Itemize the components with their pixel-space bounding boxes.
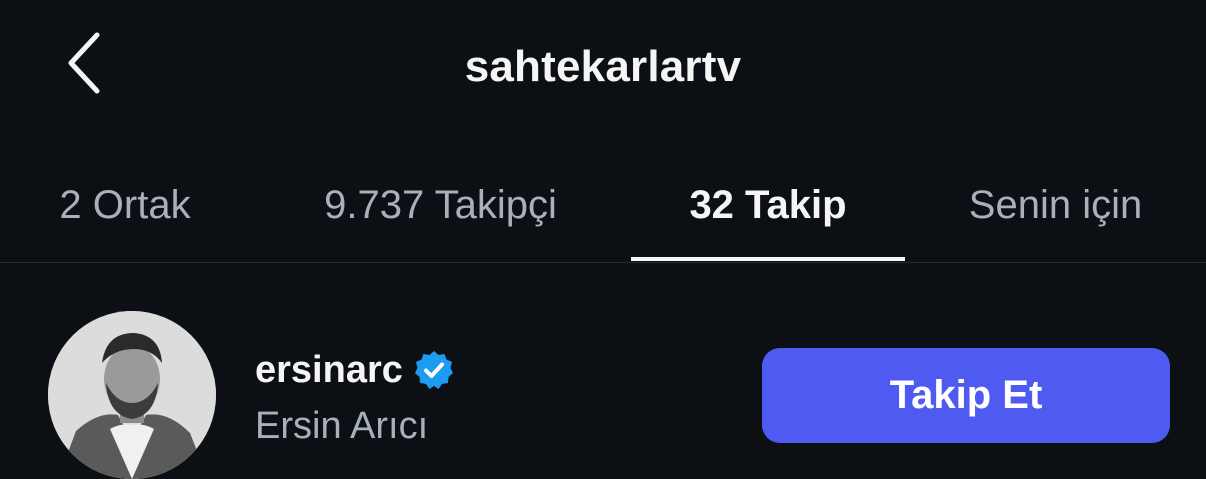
top-bar: sahtekarlartv <box>0 0 1206 140</box>
list-item[interactable]: ersinarc Ersin Arıcı Takip Et <box>0 305 1206 479</box>
username-line: ersinarc <box>255 347 455 393</box>
tab-bar: 2 Ortak 9.737 Takipçi 32 Takip Senin içi… <box>0 150 1206 262</box>
page-title: sahtekarlartv <box>464 42 742 91</box>
follow-button[interactable]: Takip Et <box>762 348 1170 443</box>
avatar-image <box>48 311 216 479</box>
user-info: ersinarc Ersin Arıcı <box>255 347 455 448</box>
tab-mutual[interactable]: 2 Ortak <box>0 150 250 260</box>
verified-badge-icon <box>413 349 455 391</box>
divider <box>0 262 1206 263</box>
avatar[interactable] <box>48 311 216 479</box>
full-name: Ersin Arıcı <box>255 405 429 447</box>
username[interactable]: ersinarc <box>255 349 403 392</box>
tab-followers[interactable]: 9.737 Takipçi <box>250 150 631 260</box>
tab-for-you[interactable]: Senin için <box>905 150 1206 260</box>
active-tab-indicator <box>631 257 905 261</box>
tab-following[interactable]: 32 Takip <box>631 150 905 260</box>
